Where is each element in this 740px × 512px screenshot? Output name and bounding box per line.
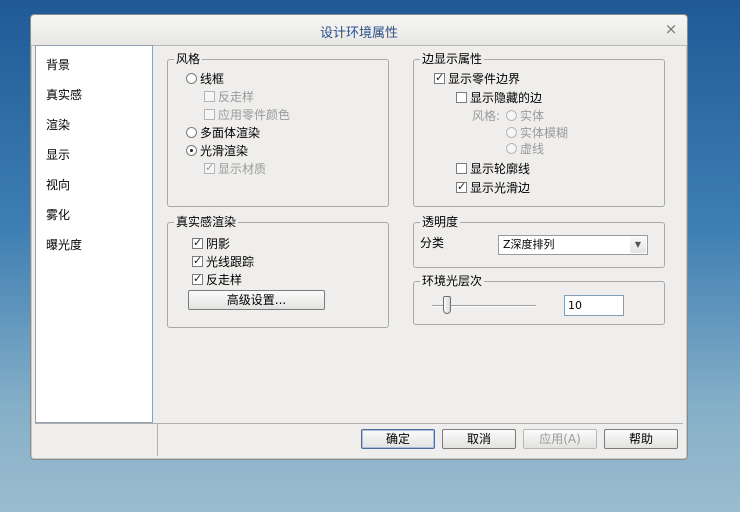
realism-antialias-label: 反走样 <box>206 273 243 287</box>
raytrace-option[interactable]: 光线跟踪 <box>192 253 254 270</box>
show-part-edges-checkbox[interactable] <box>434 71 445 84</box>
show-smooth-edges-option[interactable]: 显示光滑边 <box>456 179 530 196</box>
nav-item-realism[interactable]: 真实感 <box>46 86 82 103</box>
edge-style-solid-option[interactable]: 实体 <box>506 107 544 124</box>
transparency-sort-select[interactable]: Z深度排列 ▼ <box>498 235 648 255</box>
edge-style-blur-option[interactable]: 实体模糊 <box>506 124 568 141</box>
polygon-render-label: 多面体渲染 <box>200 126 261 140</box>
edge-style-blur-label: 实体模糊 <box>520 126 569 140</box>
dialog-title: 设计环境属性 <box>319 26 398 41</box>
show-hidden-edges-option[interactable]: 显示隐藏的边 <box>456 89 542 106</box>
nav-item-background[interactable]: 背景 <box>46 56 70 73</box>
shadow-option[interactable]: 阴影 <box>192 235 230 252</box>
raytrace-label: 光线跟踪 <box>206 255 255 269</box>
nav-item-fog[interactable]: 雾化 <box>46 206 70 223</box>
polygon-render-radio[interactable] <box>186 127 197 138</box>
smooth-render-radio[interactable] <box>186 145 197 156</box>
show-silhouette-option[interactable]: 显示轮廓线 <box>456 160 530 177</box>
show-part-edges-option[interactable]: 显示零件边界 <box>434 70 520 87</box>
show-smooth-edges-label: 显示光滑边 <box>470 181 531 195</box>
ambient-slider-thumb[interactable] <box>443 296 451 314</box>
ambient-group-legend: 环境光层次 <box>420 274 485 288</box>
realism-group-legend: 真实感渲染 <box>174 215 239 229</box>
use-part-color-label: 应用零件颜色 <box>218 108 291 122</box>
sort-label: 分类 <box>420 236 445 250</box>
nav-item-display[interactable]: 显示 <box>46 146 70 163</box>
cancel-button[interactable]: 取消 <box>442 429 516 449</box>
edge-style-dashed-option[interactable]: 虚线 <box>506 140 544 157</box>
edge-style-dashed-label: 虚线 <box>520 142 545 156</box>
show-material-checkbox[interactable] <box>204 161 215 174</box>
shadow-checkbox[interactable] <box>192 236 203 249</box>
show-hidden-edges-checkbox[interactable] <box>456 92 467 103</box>
chevron-down-icon[interactable]: ▼ <box>630 237 646 253</box>
show-smooth-edges-checkbox[interactable] <box>456 180 467 193</box>
footer-left-panel <box>35 423 158 456</box>
nav-item-exposure[interactable]: 曝光度 <box>46 236 82 253</box>
edge-group-legend: 边显示属性 <box>420 52 485 66</box>
wireframe-label: 线框 <box>200 72 225 86</box>
edge-style-solid-radio[interactable] <box>506 110 517 121</box>
show-silhouette-label: 显示轮廓线 <box>470 162 531 176</box>
use-part-color-checkbox[interactable] <box>204 109 215 120</box>
show-silhouette-checkbox[interactable] <box>456 163 467 174</box>
style-group: 风格 线框 反走样 应用零件颜色 多面体渲染 光滑渲染 显示材质 <box>167 52 389 207</box>
help-button[interactable]: 帮助 <box>604 429 678 449</box>
transparency-group: 透明度 分类 Z深度排列 ▼ <box>413 215 665 268</box>
show-material-option[interactable]: 显示材质 <box>204 160 266 177</box>
nav-item-view-direction[interactable]: 视向 <box>46 176 70 193</box>
close-icon[interactable]: × <box>663 21 679 37</box>
ok-button[interactable]: 确定 <box>361 429 435 449</box>
advanced-settings-button[interactable]: 高级设置... <box>188 290 325 310</box>
ambient-level-input[interactable]: 10 <box>564 295 624 316</box>
raytrace-checkbox[interactable] <box>192 254 203 267</box>
edge-display-group: 边显示属性 显示零件边界 显示隐藏的边 风格: 实体 实体模糊 虚线 显示轮廓线 <box>413 52 665 207</box>
realism-antialias-checkbox[interactable] <box>192 272 203 285</box>
use-part-color-option[interactable]: 应用零件颜色 <box>204 106 290 123</box>
realism-render-group: 真实感渲染 阴影 光线跟踪 反走样 高级设置... <box>167 215 389 328</box>
title-bar[interactable]: 设计环境属性 × <box>31 15 687 46</box>
category-list: 背景 真实感 渲染 显示 视向 雾化 曝光度 <box>35 45 153 423</box>
footer-divider <box>157 423 683 424</box>
design-environment-dialog: 设计环境属性 × 背景 真实感 渲染 显示 视向 雾化 曝光度 风格 线框 反走… <box>30 14 688 460</box>
nav-item-rendering[interactable]: 渲染 <box>46 116 70 133</box>
ambient-light-group: 环境光层次 10 <box>413 274 665 325</box>
edge-style-blur-radio[interactable] <box>506 127 517 138</box>
style-group-legend: 风格 <box>174 52 203 66</box>
apply-button[interactable]: 应用(A) <box>523 429 597 449</box>
style-antialias-checkbox[interactable] <box>204 91 215 102</box>
realism-antialias-option[interactable]: 反走样 <box>192 271 242 288</box>
polygon-render-option[interactable]: 多面体渲染 <box>186 124 260 141</box>
show-hidden-edges-label: 显示隐藏的边 <box>470 91 543 105</box>
transparency-sort-value: Z深度排列 <box>503 238 555 251</box>
wireframe-option[interactable]: 线框 <box>186 70 224 87</box>
edge-style-solid-label: 实体 <box>520 109 545 123</box>
show-part-edges-label: 显示零件边界 <box>448 72 521 86</box>
edge-style-dashed-radio[interactable] <box>506 143 517 154</box>
style-antialias-option[interactable]: 反走样 <box>204 88 254 105</box>
smooth-render-label: 光滑渲染 <box>200 144 249 158</box>
wireframe-radio[interactable] <box>186 73 197 84</box>
show-material-label: 显示材质 <box>218 162 267 176</box>
transparency-group-legend: 透明度 <box>420 215 461 229</box>
smooth-render-option[interactable]: 光滑渲染 <box>186 142 248 159</box>
style-antialias-label: 反走样 <box>218 90 255 104</box>
shadow-label: 阴影 <box>206 237 231 251</box>
edge-style-caption: 风格: <box>472 109 501 123</box>
